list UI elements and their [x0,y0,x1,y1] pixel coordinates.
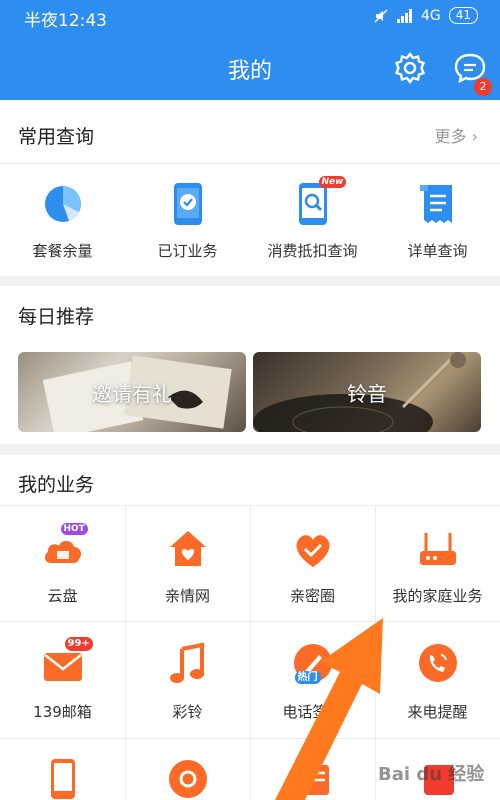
mail-count-badge: 99+ [64,637,93,651]
section-title-common-query: 常用查询 [18,126,95,148]
business-item-list[interactable] [250,755,375,800]
signal-icon [396,8,412,23]
business-item-intimate-circle[interactable]: 亲密圈 [250,525,375,606]
business-item-phone[interactable] [0,755,125,800]
more-link[interactable]: 更多 › [434,123,478,147]
banner-invite[interactable]: 邀请有礼 [18,352,246,432]
battery-indicator: 41 [448,7,478,24]
new-tag: New [318,176,347,188]
section-title-business: 我的业务 [18,474,95,496]
status-bar: 半夜12:43 4G 41 [0,0,500,34]
status-time: 半夜12:43 [24,11,107,31]
banner-ringtone[interactable]: 铃音 [253,352,481,432]
business-item-call-signature[interactable]: 热门 电话签名 [250,641,375,722]
query-item-deduction[interactable]: New 消费抵扣查询 [250,176,375,261]
business-item-at[interactable] [125,755,250,800]
tablet-icon [50,759,75,799]
query-item-package-balance[interactable]: 套餐余量 [0,180,125,261]
phone-check-icon [173,183,202,225]
business-item-cloud-drive[interactable]: HOT 云盘 [0,523,125,606]
message-badge: 2 [474,78,492,96]
mute-icon [374,8,388,23]
network-type: 4G [420,7,441,24]
handshake-heart-icon [296,535,329,567]
query-item-subscribed[interactable]: 已订业务 [125,180,250,261]
business-item-family-network[interactable]: 亲情网 [125,525,250,606]
phone-ring-icon [418,644,457,682]
chevron-right-icon: › [471,127,478,146]
baidu-watermark: Bai du 经验 [378,764,485,785]
query-item-detail[interactable]: 详单查询 [375,180,500,261]
my-business-card: 我的业务 HOT 云盘 亲情网 亲密圈 我的家庭业务 99+ 139邮箱 彩铃 … [0,455,500,800]
business-item-call-reminder[interactable]: 来电提醒 [375,641,500,722]
common-query-card: 常用查询 更多 › 套餐余量 已订业务 New 消费抵扣查询 详单查询 [0,100,500,276]
pie-chart-icon [44,186,81,222]
home-heart-icon [169,531,206,566]
app-header: 我的 2 [0,34,500,100]
music-note-icon [169,642,204,683]
router-icon [419,533,456,565]
section-title-daily: 每日推荐 [18,306,95,328]
business-item-home-service[interactable]: 我的家庭业务 [375,525,500,606]
stack-icon [298,765,329,795]
hot-tag: HOT [60,523,88,535]
at-sign-icon [168,760,207,798]
hot-badge: 热门 [294,671,321,684]
business-item-ringback[interactable]: 彩铃 [125,641,250,722]
receipt-icon [419,185,452,223]
settings-gear-icon[interactable] [392,50,428,86]
business-item-139-mail[interactable]: 99+ 139邮箱 [0,637,125,722]
